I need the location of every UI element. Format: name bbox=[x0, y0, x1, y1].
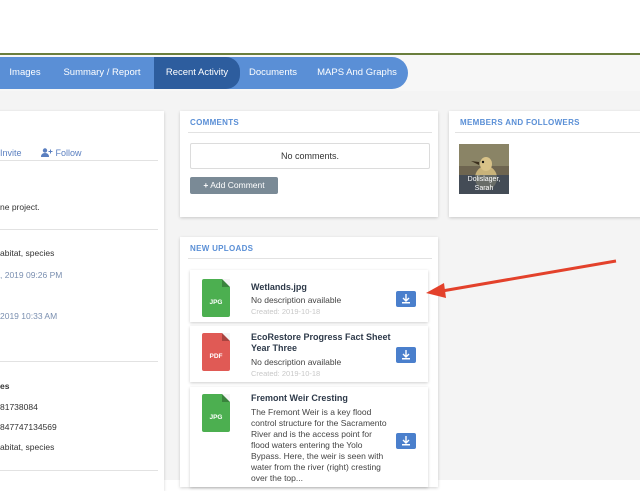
user-plus-icon bbox=[41, 148, 56, 158]
tab-maps-and-graphs[interactable]: MAPS And Graphs bbox=[306, 57, 408, 89]
upload-item: JPG Wetlands.jpg No description availabl… bbox=[190, 270, 428, 322]
jpg-file-icon: JPG bbox=[202, 279, 230, 317]
follow-label: Follow bbox=[55, 148, 82, 158]
upload-title[interactable]: Wetlands.jpg bbox=[251, 282, 391, 293]
upload-item: JPG Fremont Weir Cresting The Fremont We… bbox=[190, 387, 428, 487]
jpg-file-icon: JPG bbox=[202, 394, 230, 432]
project-info-panel: Invite Follow ne project. abitat, specie… bbox=[0, 111, 164, 491]
divider bbox=[0, 229, 158, 230]
upload-description: No description available bbox=[251, 357, 342, 367]
invite-link[interactable]: Invite bbox=[0, 148, 22, 158]
download-button[interactable] bbox=[396, 347, 416, 363]
divider bbox=[188, 258, 432, 259]
annotation-arrow-icon bbox=[426, 259, 617, 298]
divider bbox=[455, 132, 640, 133]
top-header bbox=[0, 0, 640, 54]
upload-title[interactable]: Fremont Weir Cresting bbox=[251, 393, 401, 404]
follow-button[interactable]: Follow bbox=[41, 148, 82, 158]
identifier-1: 81738084 bbox=[0, 402, 38, 412]
tab-images[interactable]: Images bbox=[0, 57, 50, 89]
section-label: es bbox=[0, 381, 10, 391]
no-comments-box: No comments. bbox=[190, 143, 430, 169]
identifier-2: 847747134569 bbox=[0, 422, 57, 432]
comments-title: COMMENTS bbox=[190, 118, 240, 127]
project-tab-bar: Images Summary / Report Recent Activity … bbox=[0, 57, 408, 89]
divider bbox=[0, 470, 158, 471]
download-icon bbox=[402, 350, 410, 360]
tags-text-2: abitat, species bbox=[0, 442, 55, 452]
pdf-file-icon: PDF bbox=[202, 333, 230, 371]
upload-description: The Fremont Weir is a key flood control … bbox=[251, 407, 387, 483]
project-description: ne project. bbox=[0, 202, 40, 212]
created-date: , 2019 09:26 PM bbox=[0, 270, 63, 280]
tab-documents[interactable]: Documents bbox=[240, 57, 306, 89]
plus-icon: + bbox=[203, 180, 209, 190]
divider bbox=[188, 132, 432, 133]
upload-title[interactable]: EcoRestore Progress Fact Sheet Year Thre… bbox=[251, 332, 401, 354]
divider bbox=[0, 160, 158, 161]
add-comment-button[interactable]: + Add Comment bbox=[190, 177, 278, 194]
new-uploads-title: NEW UPLOADS bbox=[190, 244, 254, 253]
download-button[interactable] bbox=[396, 291, 416, 307]
upload-description: No description available bbox=[251, 295, 342, 305]
member-avatar[interactable]: Dolislager, Sarah bbox=[459, 144, 509, 194]
upload-created: Created: 2019-10-18 bbox=[251, 307, 321, 316]
add-comment-label: Add Comment bbox=[210, 180, 265, 190]
download-button[interactable] bbox=[396, 433, 416, 449]
download-icon bbox=[402, 294, 410, 304]
updated-date: 2019 10:33 AM bbox=[0, 311, 58, 321]
divider bbox=[0, 361, 158, 362]
upload-created: Created: 2019-10-18 bbox=[251, 369, 321, 378]
member-name: Dolislager, Sarah bbox=[459, 175, 509, 194]
download-icon bbox=[402, 436, 410, 446]
tab-summary-report[interactable]: Summary / Report bbox=[50, 57, 154, 89]
upload-item: PDF EcoRestore Progress Fact Sheet Year … bbox=[190, 326, 428, 382]
tab-recent-activity[interactable]: Recent Activity bbox=[154, 57, 240, 89]
tags-text: abitat, species bbox=[0, 248, 55, 258]
members-title: MEMBERS AND FOLLOWERS bbox=[460, 118, 580, 127]
